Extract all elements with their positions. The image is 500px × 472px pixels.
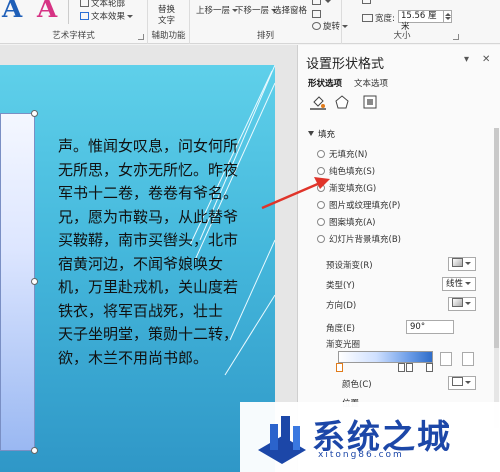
group-button[interactable] <box>312 10 323 20</box>
radio-circle <box>317 201 325 209</box>
wordart-style-blue[interactable]: A <box>2 0 22 24</box>
ribbon: A A 文本轮廓 文本效果 艺术字样式 替换 文字 辅助功能 上移一层 下移一层… <box>0 0 500 44</box>
align-icon <box>312 0 321 5</box>
wordart-gallery-scroll[interactable] <box>68 0 76 24</box>
fill-section-header[interactable]: 填充 <box>308 128 335 140</box>
height-icon <box>362 0 371 4</box>
resize-handle[interactable] <box>31 447 38 454</box>
paint-bucket-icon <box>452 377 463 386</box>
chevron-down-icon <box>465 381 471 384</box>
accessibility-group: 替换 文字 辅助功能 <box>148 0 190 44</box>
wordart-group-label: 艺术字样式 <box>52 31 95 41</box>
poem-line: 天子坐明堂，策勋十二转， <box>58 325 239 343</box>
bring-forward-button[interactable]: 上移一层 <box>196 4 239 16</box>
angle-input[interactable]: 90° <box>406 320 454 334</box>
resize-handle[interactable] <box>31 110 38 117</box>
collapse-icon <box>308 131 314 136</box>
type-dropdown[interactable]: 线性 <box>442 277 476 291</box>
tab-text-options[interactable]: 文本选项 <box>354 77 388 89</box>
arrange-group: 上移一层 下移一层 选择窗格 旋转 排列 <box>190 0 349 44</box>
radio-solid-fill[interactable]: 纯色填充(S) <box>317 165 375 177</box>
radio-circle <box>317 184 325 192</box>
chevron-down-icon <box>465 282 472 285</box>
direction-dropdown[interactable] <box>448 297 476 311</box>
gradient-stops-label: 渐变光圈 <box>326 340 361 350</box>
gradient-swatch-icon <box>452 258 463 267</box>
poem-text-box[interactable]: 声。惟闻女叹息，问女何所 无所思，女亦无所忆。昨夜 军书十二卷，卷卷有爷名。 兄… <box>58 135 275 370</box>
chevron-down-icon <box>325 0 331 3</box>
radio-background-fill[interactable]: 幻灯片背景填充(B) <box>317 233 401 245</box>
direction-swatch-icon <box>452 298 463 307</box>
chevron-down-icon <box>465 262 471 265</box>
fill-line-icon[interactable] <box>310 94 326 110</box>
chevron-down-icon <box>127 15 134 18</box>
direction-label: 方向(D) <box>326 301 357 311</box>
watermark-url: xitong86.com <box>318 450 404 460</box>
arrange-group-label: 排列 <box>256 31 274 41</box>
poem-line: 买鞍鞯，南市买辔头，北市 <box>58 231 239 249</box>
type-label: 类型(Y) <box>326 281 355 291</box>
poem-line: 兄，愿为市鞍马，从此替爷 <box>58 207 239 226</box>
selection-pane-button[interactable]: 选择窗格 <box>273 4 307 16</box>
color-dropdown[interactable] <box>448 376 476 390</box>
poem-line: 欲，木兰不用尚书郎。 <box>58 348 209 367</box>
gradient-stop[interactable] <box>336 363 343 372</box>
tab-shape-options[interactable]: 形状选项 <box>308 77 342 89</box>
chevron-down-icon <box>465 302 471 305</box>
height-row <box>362 0 373 6</box>
effects-icon[interactable] <box>334 94 350 110</box>
gradient-stop[interactable] <box>426 363 433 372</box>
wordart-style-pink[interactable]: A <box>37 0 57 24</box>
width-input[interactable]: 15.56 厘米 <box>398 10 444 32</box>
close-icon[interactable]: ✕ <box>482 54 490 65</box>
poem-line: 军书十二卷，卷卷有爷名。 <box>58 184 239 202</box>
size-properties-icon[interactable] <box>362 94 378 110</box>
size-dialog-launcher-icon[interactable] <box>453 34 459 40</box>
alt-text-button-line2: 文字 <box>158 16 176 26</box>
scrollbar-thumb[interactable] <box>494 128 499 348</box>
align-button[interactable] <box>312 0 331 7</box>
radio-circle <box>317 218 325 226</box>
watermark-logo-icon <box>258 416 306 464</box>
gradient-stop[interactable] <box>406 363 413 372</box>
width-icon <box>362 14 373 22</box>
dialog-launcher-icon[interactable] <box>138 34 144 40</box>
text-effects-button[interactable]: 文本效果 <box>80 10 134 22</box>
preset-gradient-dropdown[interactable] <box>448 257 476 271</box>
pane-title: 设置形状格式 <box>306 57 385 72</box>
accessibility-group-label: 辅助功能 <box>151 31 186 41</box>
radio-picture-fill[interactable]: 图片或纹理填充(P) <box>317 199 400 211</box>
preset-gradient-label: 预设渐变(R) <box>326 261 373 271</box>
radio-circle <box>317 167 325 175</box>
radio-gradient-fill[interactable]: 渐变填充(G) <box>317 182 376 194</box>
wordart-styles-group: A A 文本轮廓 文本效果 艺术字样式 <box>0 0 148 44</box>
gradient-stops-bar[interactable] <box>338 351 433 363</box>
radio-circle <box>317 150 325 158</box>
text-outline-icon <box>80 0 89 7</box>
resize-handle[interactable] <box>31 278 38 285</box>
poem-line: 宿黄河边，不闻爷娘唤女 <box>58 254 224 273</box>
width-spinner[interactable] <box>444 10 452 23</box>
width-row: 宽度: <box>362 12 395 24</box>
slide[interactable]: 声。惟闻女叹息，问女何所 无所思，女亦无所忆。昨夜 军书十二卷，卷卷有爷名。 兄… <box>0 65 275 472</box>
color-label: 颜色(C) <box>342 380 372 390</box>
radio-no-fill[interactable]: 无填充(N) <box>317 148 368 160</box>
remove-gradient-stop-icon[interactable] <box>462 352 474 366</box>
group-icon <box>312 10 321 18</box>
add-gradient-stop-icon[interactable] <box>440 352 452 366</box>
poem-line: 无所思，女亦无所忆。昨夜 <box>58 160 239 179</box>
poem-line: 机，万里赴戎机，关山度若 <box>58 278 239 296</box>
gradient-stop[interactable] <box>398 363 405 372</box>
radio-circle <box>317 235 325 243</box>
selected-shape[interactable] <box>0 113 35 451</box>
angle-label: 角度(E) <box>326 324 356 334</box>
poem-line: 声。惟闻女叹息，问女何所 <box>58 137 239 155</box>
pane-scrollbar[interactable] <box>494 128 499 428</box>
radio-pattern-fill[interactable]: 图案填充(A) <box>317 216 375 228</box>
pane-options-icon[interactable]: ▾ <box>464 54 469 65</box>
poem-line: 铁衣，将军百战死，壮士 <box>58 301 224 320</box>
text-outline-button[interactable]: 文本轮廓 <box>80 0 125 9</box>
text-effects-icon <box>80 12 89 20</box>
send-backward-button[interactable]: 下移一层 <box>235 4 278 16</box>
